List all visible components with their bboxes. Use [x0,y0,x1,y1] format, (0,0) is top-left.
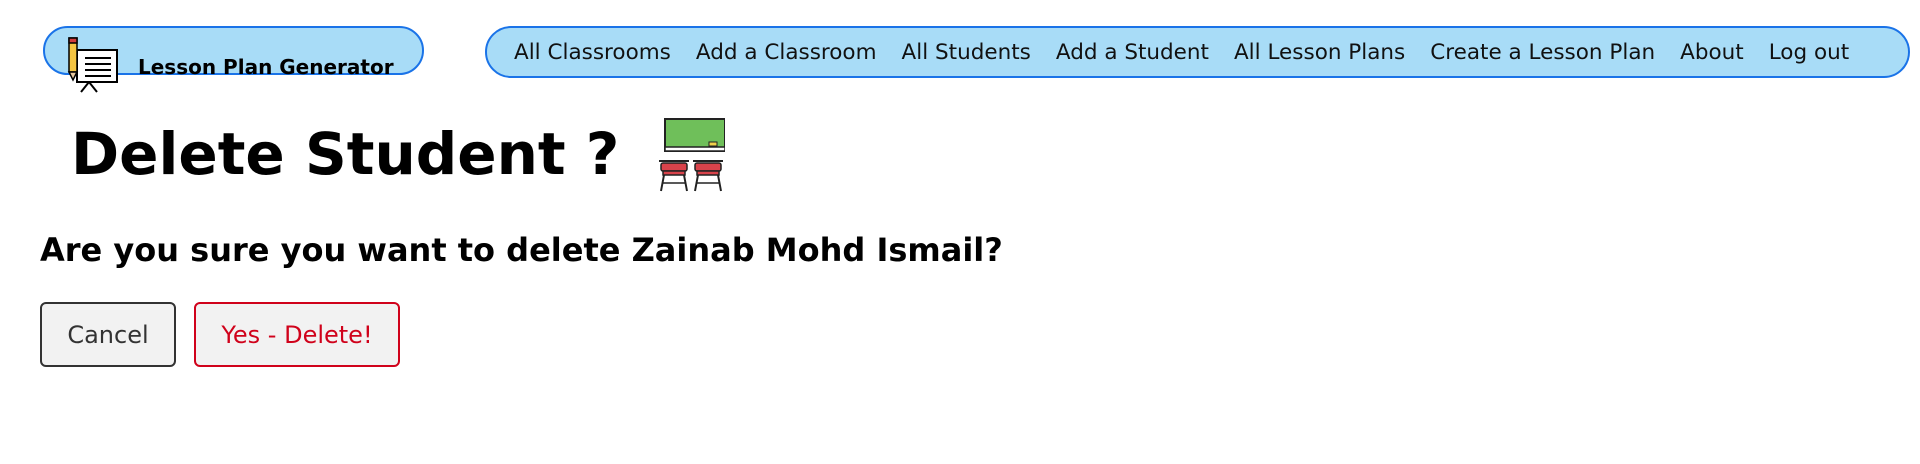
classroom-desks-icon [659,118,726,192]
brand-title: Lesson Plan Generator [138,55,394,79]
cancel-button[interactable]: Cancel [40,302,176,367]
brand-pill[interactable]: Lesson Plan Generator [43,26,424,93]
nav-all-students[interactable]: All Students [902,40,1031,65]
main-nav: All Classrooms Add a Classroom All Stude… [485,26,1910,78]
page-title: Delete Student ? [71,120,620,188]
lesson-plan-easel-icon [67,37,118,93]
nav-all-lesson-plans[interactable]: All Lesson Plans [1234,40,1405,65]
nav-add-classroom[interactable]: Add a Classroom [696,40,877,65]
nav-add-student[interactable]: Add a Student [1056,40,1209,65]
nav-all-classrooms[interactable]: All Classrooms [514,40,671,65]
page-heading: Delete Student ? [71,112,726,196]
nav-log-out[interactable]: Log out [1769,40,1849,65]
nav-about[interactable]: About [1680,40,1744,65]
nav-create-lesson-plan[interactable]: Create a Lesson Plan [1430,40,1655,65]
delete-confirmation-message: Are you sure you want to delete Zainab M… [40,231,1003,269]
confirm-delete-button[interactable]: Yes - Delete! [194,302,400,367]
site-header: Lesson Plan Generator All Classrooms Add… [0,0,1920,96]
